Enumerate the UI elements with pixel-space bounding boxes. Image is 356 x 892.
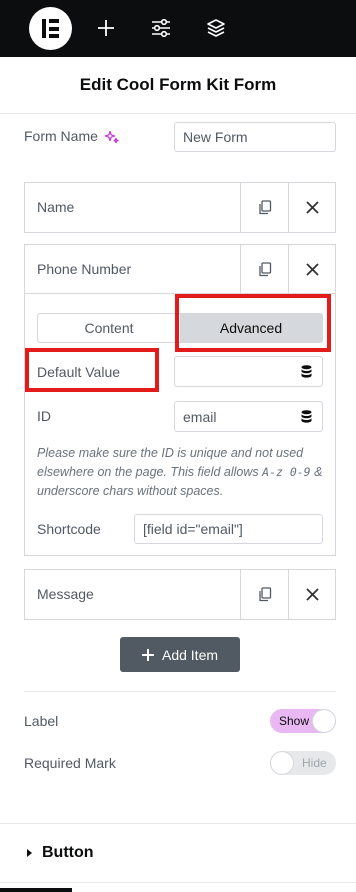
divider <box>24 691 336 692</box>
shortcode-label: Shortcode <box>37 521 101 537</box>
dynamic-tags-database-icon[interactable] <box>290 356 323 387</box>
field-title: Name <box>37 199 75 215</box>
default-value-input[interactable] <box>174 356 291 387</box>
tab-content[interactable]: Content <box>38 314 180 342</box>
close-icon[interactable] <box>288 245 336 294</box>
close-icon[interactable] <box>288 570 336 619</box>
id-help-text: Please make sure the ID is unique and no… <box>37 446 323 498</box>
id-label: ID <box>37 408 51 424</box>
button-section-header[interactable]: Button <box>0 823 356 883</box>
label-show-toggle[interactable]: Show <box>270 709 336 733</box>
highlight-box-default-value <box>25 348 159 392</box>
id-input[interactable]: email <box>174 401 291 432</box>
panel-title: Edit Cool Form Kit Form <box>0 57 356 114</box>
label-setting-label: Label <box>24 713 59 729</box>
plus-icon[interactable] <box>95 17 117 39</box>
sparkle-icon[interactable] <box>104 129 120 150</box>
section-title: Button <box>42 844 94 861</box>
highlight-box-advanced-tab <box>175 294 331 352</box>
sliders-icon[interactable] <box>150 17 172 39</box>
form-field-item-expanded: Phone Number <box>24 244 336 556</box>
field-title[interactable]: Phone Number <box>37 261 131 277</box>
form-name-label: Form Name <box>24 128 98 144</box>
required-mark-label: Required Mark <box>24 755 116 771</box>
add-item-button[interactable]: Add Item <box>120 637 240 672</box>
shortcode-input[interactable]: [field id="email"] <box>134 514 323 544</box>
form-name-input[interactable]: New Form <box>174 122 336 152</box>
close-icon[interactable] <box>288 183 336 232</box>
top-toolbar <box>0 0 356 57</box>
duplicate-icon[interactable] <box>240 183 288 232</box>
bottom-bar <box>0 888 72 892</box>
form-field-item[interactable]: Name <box>24 182 336 233</box>
dynamic-tags-database-icon[interactable] <box>290 401 323 432</box>
layers-icon[interactable] <box>205 17 227 39</box>
duplicate-icon[interactable] <box>240 245 288 294</box>
elementor-logo-icon[interactable] <box>29 7 72 50</box>
add-item-label: Add Item <box>161 646 219 663</box>
required-mark-toggle[interactable]: Hide <box>270 751 336 775</box>
duplicate-icon[interactable] <box>240 570 288 619</box>
caret-right-icon <box>27 849 32 857</box>
form-field-item[interactable]: Message <box>24 569 336 620</box>
plus-icon <box>141 648 154 661</box>
field-title: Message <box>37 586 94 602</box>
